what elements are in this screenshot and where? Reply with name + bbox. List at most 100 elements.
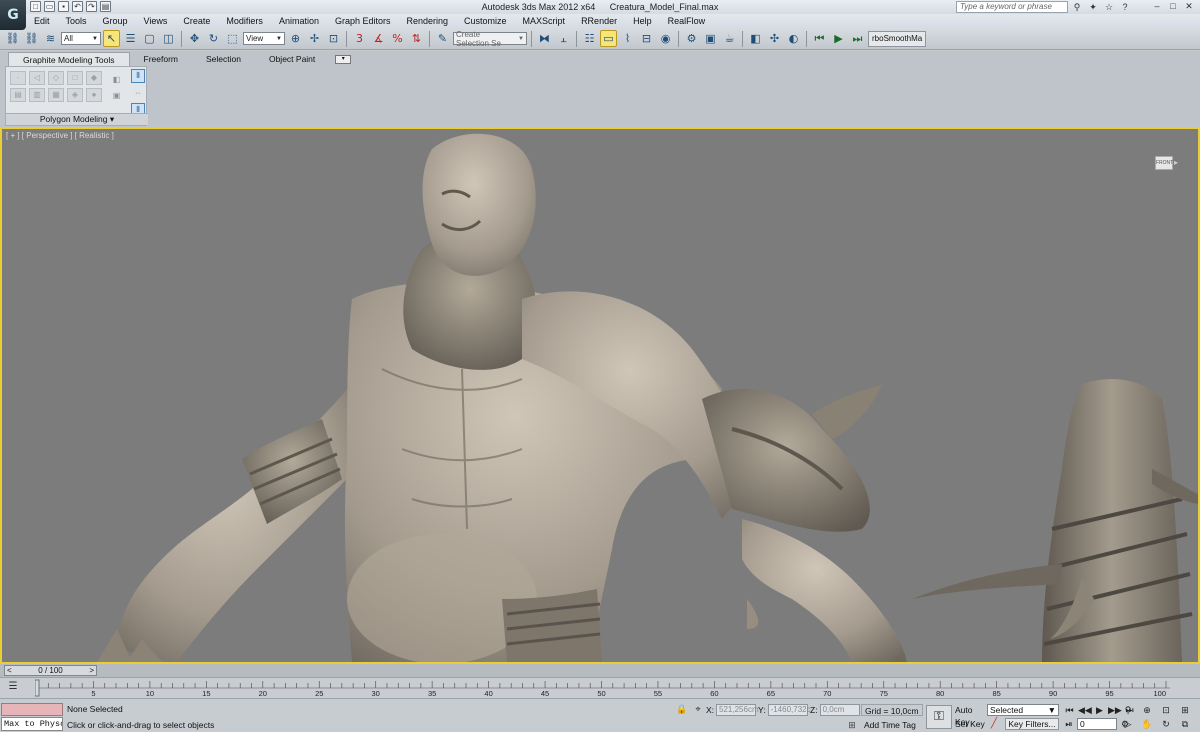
show-end-result-icon[interactable]: ◈ — [67, 88, 83, 102]
key-filters-button[interactable]: Key Filters... — [1005, 718, 1059, 730]
creature-model[interactable] — [2, 129, 1198, 662]
symmetry-y-icon[interactable]: ⇔ — [131, 86, 145, 100]
mirror-icon[interactable]: ⧓ — [536, 30, 553, 47]
go-to-end-icon[interactable]: ⏭ — [849, 30, 866, 47]
go-to-start-icon[interactable]: ⏮ — [811, 30, 828, 47]
menu-item-group[interactable]: Group — [95, 16, 136, 26]
select-and-scale-icon[interactable]: ⬚ — [224, 30, 241, 47]
play-icon[interactable]: ▶ — [1093, 704, 1106, 716]
star-icon[interactable]: ☆ — [1103, 1, 1115, 13]
perspective-viewport[interactable]: [ + ] [ Perspective ] [ Realistic ] FRON… — [0, 127, 1200, 664]
search-input[interactable]: Type a keyword or phrase — [956, 1, 1068, 13]
plugin-icon-2[interactable]: ✣ — [766, 30, 783, 47]
zoom-extents-all-icon[interactable]: ⊞ — [1177, 704, 1193, 716]
close-icon[interactable]: ✕ — [1182, 0, 1196, 12]
percent-snap-icon[interactable]: % — [389, 30, 406, 47]
absolute-mode-icon[interactable]: ⌖ — [692, 704, 704, 715]
schematic-view-icon[interactable]: ⊟ — [638, 30, 655, 47]
menu-item-tools[interactable]: Tools — [58, 16, 95, 26]
select-by-name-icon[interactable]: ☰ — [122, 30, 139, 47]
pivot-center-icon[interactable]: ⊕ — [287, 30, 304, 47]
angle-snap-icon[interactable]: ∡ — [370, 30, 387, 47]
maximize-icon[interactable]: □ — [1166, 0, 1180, 12]
tab-freeform[interactable]: Freeform — [130, 52, 192, 66]
select-and-link-icon[interactable]: ⛓ — [4, 30, 21, 47]
app-menu-button[interactable]: G — [0, 0, 26, 30]
curve-editor-icon[interactable]: ⌇ — [619, 30, 636, 47]
time-slider-next[interactable]: > — [89, 666, 94, 675]
use-soft-selection-icon[interactable]: ◧ — [110, 75, 123, 88]
set-key-button[interactable]: Set Key — [955, 718, 985, 730]
binoculars-icon[interactable]: ⚲ — [1071, 1, 1083, 13]
next-modifier-icon[interactable]: ▦ — [48, 88, 64, 102]
tab-object-paint[interactable]: Object Paint — [255, 52, 329, 66]
collapse-stack-icon[interactable]: ● — [86, 88, 102, 102]
window-crossing-icon[interactable]: ◫ — [160, 30, 177, 47]
rectangular-selection-icon[interactable]: ▢ — [141, 30, 158, 47]
select-and-manipulate-icon[interactable]: ✢ — [306, 30, 323, 47]
time-slider[interactable]: < 0 / 100 > — [0, 664, 1200, 677]
menu-item-realflow[interactable]: RealFlow — [660, 16, 714, 26]
time-slider-prev[interactable]: < — [7, 666, 12, 675]
menu-item-graph-editors[interactable]: Graph Editors — [327, 16, 399, 26]
menu-item-animation[interactable]: Animation — [271, 16, 327, 26]
mini-curve-editor-icon[interactable]: ☰ — [6, 681, 20, 693]
reference-coordinate-dropdown[interactable]: View ▼ — [243, 32, 285, 45]
select-and-rotate-icon[interactable]: ↻ — [205, 30, 222, 47]
material-editor-icon[interactable]: ◉ — [657, 30, 674, 47]
tab-selection[interactable]: Selection — [192, 52, 255, 66]
maximize-viewport-icon[interactable]: ⧉ — [1177, 718, 1193, 730]
key-mode-icon[interactable]: ╱ — [987, 718, 1001, 730]
plugin-icon-1[interactable]: ◧ — [747, 30, 764, 47]
spinner-snap-icon[interactable]: ⇅ — [408, 30, 425, 47]
bind-to-space-warp-icon[interactable]: ≋ — [42, 30, 59, 47]
selection-filter-dropdown[interactable]: All ▼ — [61, 32, 101, 45]
keyboard-shortcut-override-icon[interactable]: ⊡ — [325, 30, 342, 47]
subscription-icon[interactable]: ✦ — [1087, 1, 1099, 13]
graphite-ribbon-toggle-icon[interactable]: ▭ — [600, 30, 617, 47]
current-frame-marker[interactable] — [35, 679, 40, 697]
edit-named-selection-icon[interactable]: ✎ — [434, 30, 451, 47]
viewcube[interactable]: FRONT ▸ — [1152, 151, 1182, 177]
element-icon[interactable]: ◆ — [86, 71, 102, 85]
ribbon-options-icon[interactable]: ▾ — [335, 55, 352, 64]
y-coordinate-input[interactable]: -1460,732c — [767, 704, 811, 716]
modify-mode-icon[interactable]: ▤ — [10, 88, 26, 102]
unlink-icon[interactable]: ⛓ — [23, 30, 40, 47]
menu-item-create[interactable]: Create — [175, 16, 218, 26]
orbit-icon[interactable]: ↻ — [1158, 718, 1174, 730]
menu-item-edit[interactable]: Edit — [26, 16, 58, 26]
menu-item-rendering[interactable]: Rendering — [399, 16, 457, 26]
time-tag-icon[interactable]: ⊞ — [846, 720, 858, 731]
layer-manager-icon[interactable]: ☷ — [581, 30, 598, 47]
menu-item-views[interactable]: Views — [136, 16, 176, 26]
preserve-uvs-icon[interactable]: ▣ — [110, 91, 123, 104]
select-object-icon[interactable]: ↖ — [103, 30, 120, 47]
named-selection-set-dropdown[interactable]: Create Selection Se ▼ — [453, 30, 527, 48]
tab-graphite-modeling-tools[interactable]: Graphite Modeling Tools — [8, 52, 130, 66]
set-keys-icon[interactable]: ⚿ — [926, 705, 952, 729]
viewcube-arrow-icon[interactable]: ▸ — [1174, 158, 1178, 167]
maxscript-listener-input[interactable]: Max to Physc. — [1, 717, 63, 731]
menu-item-customize[interactable]: Customize — [456, 16, 515, 26]
play-forward-icon[interactable]: ▶ — [830, 30, 847, 47]
current-frame-input[interactable]: 0 — [1077, 718, 1117, 730]
plugin-icon-3[interactable]: ◐ — [785, 30, 802, 47]
vertex-icon[interactable]: · — [10, 71, 26, 85]
selection-lock-icon[interactable]: 🔒 — [676, 704, 688, 715]
menu-item-modifiers[interactable]: Modifiers — [218, 16, 271, 26]
zoom-icon[interactable]: ⚲ — [1120, 704, 1136, 716]
turbosmooth-script-button[interactable]: rboSmoothMa — [868, 30, 927, 47]
select-and-move-icon[interactable]: ✥ — [186, 30, 203, 47]
viewport-label[interactable]: [ + ] [ Perspective ] [ Realistic ] — [6, 131, 114, 140]
symmetry-x-icon[interactable]: ⫴ — [131, 69, 145, 83]
field-of-view-icon[interactable]: ▷ — [1120, 718, 1136, 730]
menu-item-maxscript[interactable]: MAXScript — [515, 16, 574, 26]
auto-key-button[interactable]: Auto Key — [955, 704, 985, 727]
zoom-all-icon[interactable]: ⊕ — [1139, 704, 1155, 716]
minimize-icon[interactable]: – — [1150, 0, 1164, 12]
edge-icon[interactable]: ◁ — [29, 71, 45, 85]
previous-frame-icon[interactable]: ◀◀ — [1078, 704, 1092, 716]
key-mode-toggle-icon[interactable]: ⏯ — [1063, 718, 1075, 730]
help-icon[interactable]: ? — [1119, 1, 1131, 13]
